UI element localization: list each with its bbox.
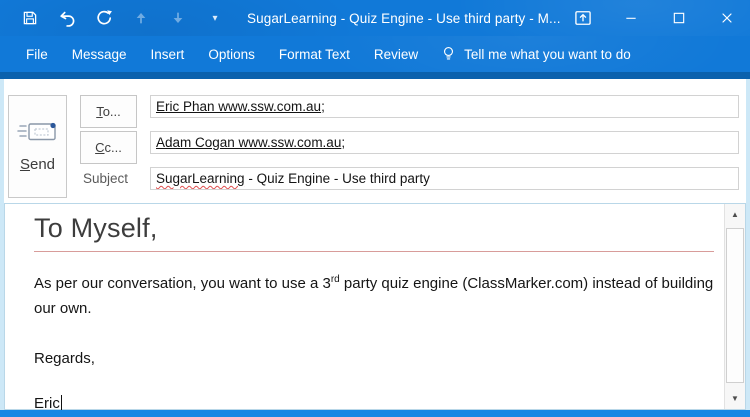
scroll-down-button[interactable]: ▼ xyxy=(725,388,745,409)
ribbon-bottom-strip xyxy=(0,72,750,79)
to-row: To... Eric Phan www.ssw.com.au; xyxy=(80,95,740,131)
to-button[interactable]: To... xyxy=(80,95,137,128)
ribbon-tab-row: File Message Insert Options Format Text … xyxy=(0,36,750,72)
send-button-label: Send xyxy=(20,156,55,173)
cc-recipient: Adam Cogan www.ssw.com.au xyxy=(156,135,341,150)
cc-input[interactable]: Adam Cogan www.ssw.com.au; xyxy=(150,131,739,154)
text-cursor xyxy=(61,395,63,411)
subject-row: Subject SugarLearning - Quiz Engine - Us… xyxy=(80,167,740,203)
save-button[interactable] xyxy=(20,8,40,28)
to-input[interactable]: Eric Phan www.ssw.com.au; xyxy=(150,95,739,118)
tell-me-box[interactable]: Tell me what you want to do xyxy=(430,44,641,64)
tab-file[interactable]: File xyxy=(14,36,60,72)
chevron-down-icon: ▾ xyxy=(209,13,221,24)
tab-options[interactable]: Options xyxy=(196,36,267,72)
window-title: SugarLearning - Quiz Engine - Use third … xyxy=(247,11,561,26)
tell-me-label: Tell me what you want to do xyxy=(464,47,631,62)
subject-flagged-word: SugarLearning xyxy=(156,171,245,186)
cc-row: Cc... Adam Cogan www.ssw.com.au; xyxy=(80,131,740,167)
compose-main: Send To... Eric Phan www.ssw.com.au; Cc.… xyxy=(0,79,750,410)
address-fields: To... Eric Phan www.ssw.com.au; Cc... Ad… xyxy=(80,95,740,203)
paragraph-superscript: rd xyxy=(331,274,340,285)
greeting-text: To Myself, xyxy=(34,213,714,244)
quick-access-toolbar: ▾ xyxy=(20,8,225,28)
vertical-scrollbar[interactable]: ▲ ▼ xyxy=(724,204,745,409)
cc-button-label: Cc... xyxy=(95,140,122,155)
maximize-icon xyxy=(671,10,687,26)
scroll-down-icon: ▼ xyxy=(731,394,739,403)
send-envelope-icon xyxy=(17,120,59,144)
subject-rest: - Quiz Engine - Use third party xyxy=(245,171,430,186)
previous-item-button[interactable] xyxy=(131,8,151,28)
tab-format-text[interactable]: Format Text xyxy=(267,36,362,72)
maximize-button[interactable] xyxy=(670,9,688,27)
closing-text: Regards, xyxy=(34,350,714,367)
minimize-icon xyxy=(623,10,639,26)
undo-icon xyxy=(58,9,77,28)
undo-button[interactable] xyxy=(57,8,77,28)
arrow-down-icon xyxy=(170,10,186,26)
to-button-label: To... xyxy=(96,104,121,119)
close-icon xyxy=(719,10,735,26)
window-bottom-border xyxy=(0,410,750,417)
redo-icon xyxy=(95,9,114,28)
cc-button[interactable]: Cc... xyxy=(80,131,137,164)
subject-input[interactable]: SugarLearning - Quiz Engine - Use third … xyxy=(150,167,739,190)
title-bar: ▾ SugarLearning - Quiz Engine - Use thir… xyxy=(0,0,750,36)
minimize-button[interactable] xyxy=(622,9,640,27)
paragraph-part-1: As per our conversation, you want to use… xyxy=(34,275,331,292)
tab-insert[interactable]: Insert xyxy=(139,36,197,72)
send-button[interactable]: Send xyxy=(8,95,67,198)
lightbulb-icon xyxy=(440,44,457,64)
scroll-up-button[interactable]: ▲ xyxy=(725,204,745,225)
scrollbar-thumb[interactable] xyxy=(726,228,744,383)
outlook-compose-window: ▾ SugarLearning - Quiz Engine - Use thir… xyxy=(0,0,750,417)
tab-message[interactable]: Message xyxy=(60,36,139,72)
save-icon xyxy=(21,9,39,27)
cc-separator: ; xyxy=(341,135,345,150)
to-separator: ; xyxy=(321,99,325,114)
window-controls xyxy=(574,9,736,27)
subject-label: Subject xyxy=(80,167,137,186)
redo-button[interactable] xyxy=(94,8,114,28)
ribbon-display-options-button[interactable] xyxy=(574,9,592,27)
next-item-button[interactable] xyxy=(168,8,188,28)
message-body-editor[interactable]: To Myself, As per our conversation, you … xyxy=(5,204,724,409)
close-button[interactable] xyxy=(718,9,736,27)
tab-review[interactable]: Review xyxy=(362,36,430,72)
heading-rule xyxy=(34,251,714,252)
message-body-area: To Myself, As per our conversation, you … xyxy=(4,203,746,410)
ribbon-display-options-icon xyxy=(573,8,593,28)
arrow-up-icon xyxy=(133,10,149,26)
to-recipient: Eric Phan www.ssw.com.au xyxy=(156,99,321,114)
customize-qat-button[interactable]: ▾ xyxy=(205,8,225,28)
scroll-up-icon: ▲ xyxy=(731,210,739,219)
envelope-header: Send To... Eric Phan www.ssw.com.au; Cc.… xyxy=(4,79,746,203)
body-paragraph: As per our conversation, you want to use… xyxy=(34,267,714,321)
